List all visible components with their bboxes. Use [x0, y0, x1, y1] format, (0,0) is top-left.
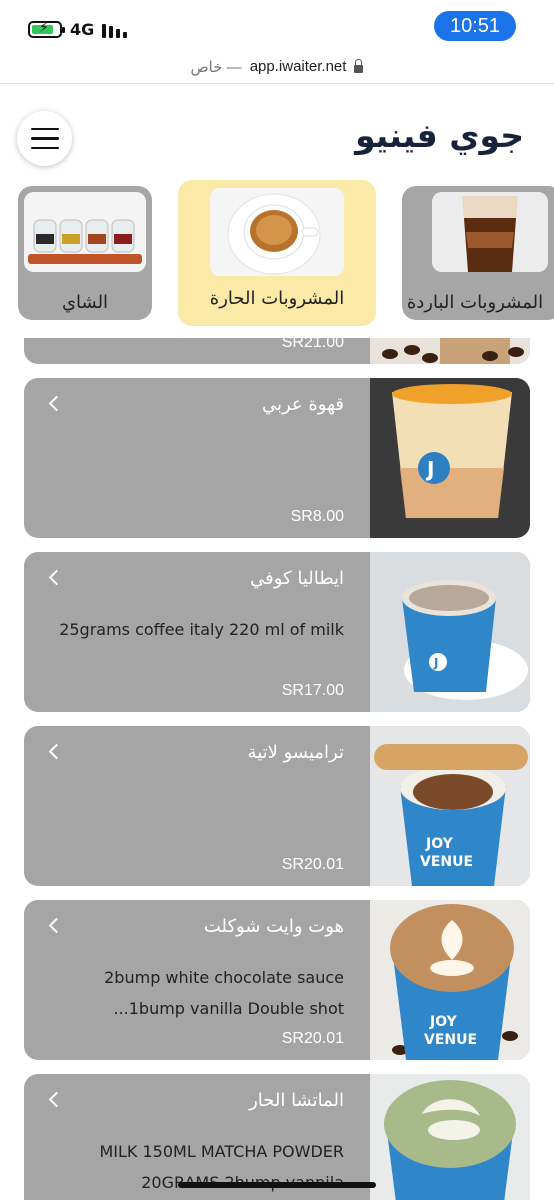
menu-item-card[interactable]: J ايطاليا كوفي 25grams coffee italy 220 …	[24, 552, 530, 712]
category-label: المشروبات الحارة	[209, 288, 345, 309]
item-name: ايطاليا كوفي	[250, 568, 344, 589]
private-browsing-label: خاص —	[190, 58, 242, 76]
category-cold-drinks[interactable]: المشروبات الباردة	[402, 186, 554, 320]
item-price: SR20.01	[281, 856, 344, 873]
hamburger-menu-icon	[30, 127, 59, 131]
lock-icon	[354, 58, 364, 73]
chevron-left-icon[interactable]	[48, 570, 62, 584]
category-label: المشروبات الباردة	[406, 292, 544, 313]
hot-matcha-cup-photo	[370, 1074, 530, 1200]
menu-item-card[interactable]: J قهوة عربي SR8.00	[24, 378, 530, 538]
chevron-left-icon[interactable]	[48, 1092, 62, 1106]
battery-charging-icon: ⚡	[28, 20, 65, 38]
network-type: 4G	[70, 20, 95, 39]
item-price: SR8.00	[290, 508, 344, 525]
menu-item-card[interactable]: JOY VENUE هوت وايت شوكلت 2bump white cho…	[24, 900, 530, 1060]
hot-coffee-cup-photo	[210, 188, 344, 276]
iced-coffee-photo	[432, 192, 548, 272]
coffee-beans-photo	[370, 338, 530, 364]
menu-item-card[interactable]: SR21.00	[24, 338, 530, 364]
category-carousel[interactable]: الشاي المشروبات الحارة المشروبات الباردة	[0, 178, 554, 328]
item-name: ترامیسو لاتية	[247, 742, 344, 763]
status-time: 10:51	[434, 11, 516, 41]
status-indicators: ⚡ 4G	[28, 20, 128, 39]
item-name: الماتشا الحار	[249, 1090, 344, 1111]
category-hot-drinks[interactable]: المشروبات الحارة	[178, 180, 376, 326]
svg-text:J: J	[433, 656, 438, 670]
chevron-left-icon[interactable]	[48, 396, 62, 410]
chevron-left-icon[interactable]	[48, 918, 62, 932]
home-indicator[interactable]	[178, 1182, 376, 1188]
menu-item-card[interactable]: JOY VENUE ترامیسو لاتية SR20.01	[24, 726, 530, 886]
item-description: MILK 150ML MATCHA POWDER 20GRAMS 2bump v…	[99, 1142, 344, 1192]
italy-coffee-cup-photo: J	[370, 552, 530, 712]
item-description: 2bump white chocolate sauce 1bump vanill…	[104, 968, 344, 1018]
svg-text:VENUE: VENUE	[424, 1032, 477, 1048]
menu-button[interactable]	[17, 111, 72, 166]
menu-item-list[interactable]: SR21.00 J قهوة عربي SR8.00 J ايطاليا كوف…	[0, 338, 554, 1200]
svg-text:J: J	[425, 457, 434, 481]
signal-strength-icon	[102, 22, 128, 38]
svg-text:JOY: JOY	[425, 836, 454, 852]
svg-text:VENUE: VENUE	[420, 854, 473, 870]
item-description: 25grams coffee italy 220 ml of milk	[59, 620, 344, 639]
item-price: SR21.00	[281, 338, 344, 351]
item-name: هوت وايت شوكلت	[203, 916, 344, 937]
page-header: جوي فينيو	[0, 86, 554, 186]
item-name: قهوة عربي	[261, 394, 344, 415]
item-price: SR20.01	[281, 1030, 344, 1047]
chevron-left-icon[interactable]	[48, 744, 62, 758]
url-text: app.iwaiter.net	[249, 58, 347, 75]
hot-white-chocolate-cup-photo: JOY VENUE	[370, 900, 530, 1060]
browser-url-bar[interactable]: خاص — app.iwaiter.net	[0, 50, 554, 84]
arabic-coffee-cup-photo: J	[370, 378, 530, 538]
tea-drinks-photo	[24, 192, 146, 272]
restaurant-title: جوي فينيو	[355, 116, 524, 155]
category-label: الشاي	[61, 292, 109, 313]
status-bar: ⚡ 4G 10:51	[0, 0, 554, 50]
tiramisu-latte-cup-photo: JOY VENUE	[370, 726, 530, 886]
category-tea[interactable]: الشاي	[18, 186, 152, 320]
item-price: SR17.00	[281, 682, 344, 699]
svg-text:JOY: JOY	[429, 1014, 458, 1030]
